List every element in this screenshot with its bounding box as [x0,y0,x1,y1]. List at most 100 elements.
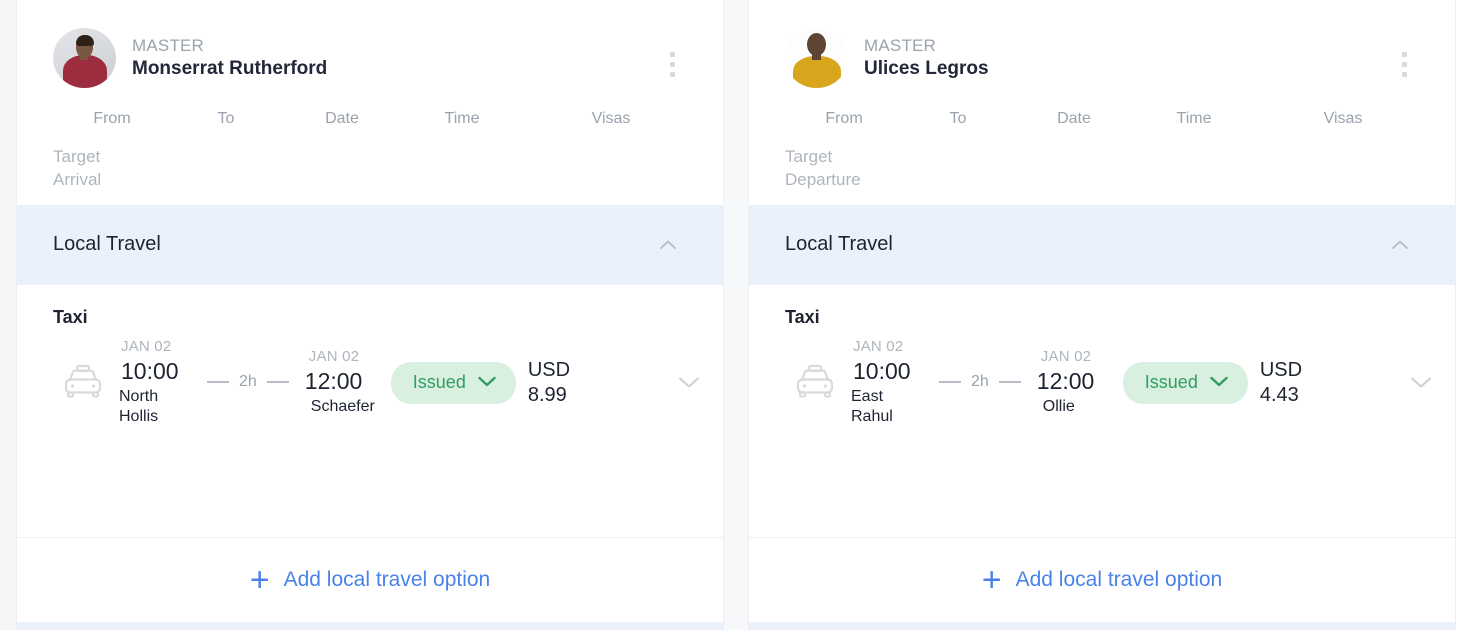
person-text-2: MASTER Ulices Legros [864,36,989,80]
departure-time: 10:00 [853,357,911,384]
travel-segment-2: Taxi JAN 02 10:00 East Rahul 2h JAN 02 1… [749,284,1455,538]
kebab-menu-icon[interactable] [1402,52,1407,77]
arrival-time: 12:00 [1036,367,1095,394]
arrival-place: Ollie [1042,397,1075,415]
local-travel-section-header-2[interactable]: Local Travel [749,204,1455,285]
departure-place: North Hollis [119,387,191,428]
departure-place-line2: Hollis [119,407,159,425]
column-header-visas: Visas [1323,110,1363,127]
person-block-1: MASTER Monserrat Rutherford [53,28,701,88]
status-badge[interactable]: Issued [1122,361,1248,404]
kebab-dot [1402,72,1407,77]
kebab-dot [1402,62,1407,67]
card-header-1: MASTER Monserrat Rutherford [17,0,723,88]
plus-icon: + [249,561,270,599]
segment-row-2: JAN 02 10:00 East Rahul 2h JAN 02 12:00 … [749,328,1455,450]
add-local-travel-option-label: Add local travel option [1015,568,1223,591]
person-name[interactable]: Monserrat Rutherford [132,58,327,80]
avatar-hair [75,35,94,46]
departure-place-line1: East [851,387,884,405]
column-header-to: To [217,110,235,127]
column-header-from: From [825,110,863,127]
target-line-2: Departure [785,169,861,189]
expand-segment-chevron-down-icon[interactable] [1399,375,1433,390]
person-block-2: MASTER Ulices Legros [785,28,1433,88]
arrival-date: JAN 02 [1040,348,1092,366]
kebab-dot [670,52,675,57]
price-block-1: USD 8.99 [528,358,582,407]
taxi-icon [779,363,851,403]
column-header-date: Date [325,110,359,127]
target-line-1: Target [53,147,101,166]
taxi-icon [47,363,119,403]
arrival-place: Schaefer [310,397,375,415]
right-gutter [1456,0,1469,630]
arrival-stop-1: JAN 02 12:00 Schaefer [305,348,383,417]
status-badge-label: Issued [1144,372,1198,393]
duration-dash-left [207,380,229,383]
column-headers-2: From To Date Time Visas [749,110,1455,128]
price-amount: 8.99 [527,383,567,406]
column-header-time: Time [444,110,480,127]
duration-dash-right [266,380,289,383]
kebab-menu-icon[interactable] [670,52,675,77]
chevron-up-icon[interactable] [657,234,679,256]
person-text-1: MASTER Monserrat Rutherford [132,36,327,80]
card-header-2: MASTER Ulices Legros [749,0,1455,88]
person-role: MASTER [864,35,937,55]
duration-dash-right [998,380,1021,383]
chevron-down-icon [1209,372,1229,393]
travel-segment-1: Taxi JAN 02 10:00 North Hollis 2h JAN 02… [17,284,723,538]
duration-text: 2h [971,372,989,390]
chevron-up-icon[interactable] [1389,234,1411,256]
next-section-band [749,622,1455,630]
crew-card-2: MASTER Ulices Legros From To Date Time V… [748,0,1456,630]
avatar-head [807,33,826,56]
arrival-stop-2: JAN 02 12:00 Ollie [1037,348,1115,417]
expand-segment-chevron-down-icon[interactable] [667,375,701,390]
column-headers-1: From To Date Time Visas [17,110,723,128]
add-local-travel-option-button-1[interactable]: + Add local travel option [17,538,723,622]
crew-card-1: MASTER Monserrat Rutherford From To Date… [16,0,724,630]
avatar[interactable] [53,28,116,88]
person-name[interactable]: Ulices Legros [864,58,989,80]
price-block-2: USD 4.43 [1260,358,1314,407]
departure-place: East Rahul [851,387,923,428]
target-line-2: Arrival [53,169,102,189]
duration-text: 2h [239,372,257,390]
departure-stop-1: JAN 02 10:00 North Hollis [119,338,197,428]
kebab-dot [1402,52,1407,57]
crew-travel-board: MASTER Monserrat Rutherford From To Date… [0,0,1469,630]
avatar[interactable] [785,28,848,88]
section-title: Local Travel [785,233,893,256]
status-badge-label: Issued [412,372,466,393]
column-header-to: To [949,110,967,127]
departure-date: JAN 02 [853,337,904,355]
chevron-down-icon [477,372,497,393]
segment-row-1: JAN 02 10:00 North Hollis 2h JAN 02 12:0… [17,328,723,450]
target-label-1: Target Arrival [17,128,102,192]
duration-block-2: 2h [929,373,1031,391]
local-travel-section-header-1[interactable]: Local Travel [17,204,723,285]
departure-place-line2: Rahul [851,407,893,425]
status-badge[interactable]: Issued [390,361,516,404]
person-role: MASTER [132,35,205,55]
plus-icon: + [981,561,1002,599]
segment-type: Taxi [785,306,820,327]
price-currency: USD [527,359,571,382]
column-header-time: Time [1176,110,1212,127]
departure-date: JAN 02 [121,337,172,355]
arrival-time: 12:00 [304,367,363,394]
target-label-2: Target Departure [749,128,861,192]
departure-time: 10:00 [121,357,179,384]
avatar-torso [793,56,841,88]
next-section-band [17,622,723,630]
kebab-dot [670,72,675,77]
duration-dash-left [939,380,961,383]
section-title: Local Travel [53,233,161,256]
departure-place-line1: North [119,387,159,405]
kebab-dot [670,62,675,67]
price-currency: USD [1259,359,1303,382]
add-local-travel-option-button-2[interactable]: + Add local travel option [749,538,1455,622]
duration-block-1: 2h [197,373,299,391]
